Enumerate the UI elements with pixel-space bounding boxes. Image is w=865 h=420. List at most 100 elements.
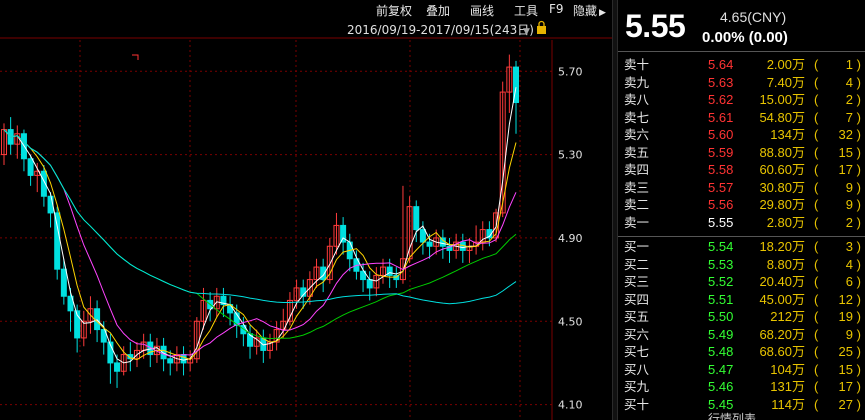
close-paren: ) <box>856 127 861 142</box>
open-paren: ( <box>814 179 819 195</box>
bid-price: 5.53 <box>708 256 734 272</box>
draw-line-button[interactable]: 画线 <box>470 2 494 19</box>
close-paren: ) <box>856 291 861 307</box>
close-paren: ) <box>856 162 861 177</box>
ask-price: 5.63 <box>708 74 734 90</box>
ask-level-label: 卖十 <box>624 57 650 72</box>
ask-row[interactable]: 卖三 5.57 30.80万 (9) <box>618 179 865 197</box>
hide-button[interactable]: 隐藏 ▶ <box>573 2 606 19</box>
ask-volume: 2.80万 <box>766 214 805 230</box>
kline-chart[interactable]: 2016/09/19-2017/09/15(243日) ▼ 5.70 5.30 4.90… <box>0 20 612 420</box>
close-paren: ) <box>856 396 861 412</box>
ask-level-label: 卖六 <box>624 127 650 142</box>
bid-price: 5.46 <box>708 379 734 394</box>
bid-row[interactable]: 买五 5.50 212万 (19) <box>618 308 865 326</box>
ask-row[interactable]: 卖十 5.64 2.00万 (1) <box>618 56 865 74</box>
candle-body <box>167 358 174 364</box>
ask-row[interactable]: 卖七 5.61 54.80万 (7) <box>618 109 865 127</box>
bid-level-label: 买一 <box>624 239 650 254</box>
bid-row[interactable]: 买二 5.53 8.80万 (4) <box>618 256 865 274</box>
ask-price: 5.60 <box>708 127 734 142</box>
ask-order-count: 2 <box>845 92 853 107</box>
bid-volume: 18.20万 <box>759 239 805 254</box>
open-paren: ( <box>814 309 819 324</box>
open-paren: ( <box>814 214 819 230</box>
bid-row[interactable]: 买一 5.54 18.20万 (3) <box>618 238 865 256</box>
bid-order-count: 25 <box>838 344 853 359</box>
bid-row[interactable]: 买八 5.47 104万 (15) <box>618 361 865 379</box>
quote-header: 5.55 4.65(CNY) 0.00% (0.00) <box>618 0 865 52</box>
bid-order-count: 3 <box>845 239 853 254</box>
ask-level-label: 卖四 <box>624 162 650 177</box>
candle-body <box>180 354 187 364</box>
bid-price: 5.54 <box>708 239 734 254</box>
overlay-button[interactable]: 叠加 <box>426 2 450 19</box>
prev-close: 4.65(CNY) <box>720 9 787 25</box>
lock-icon[interactable] <box>537 26 546 34</box>
tools-button[interactable]: 工具 <box>514 2 538 19</box>
ask-row[interactable]: 卖五 5.59 88.80万 (15) <box>618 144 865 162</box>
close-paren: ) <box>856 239 861 254</box>
open-paren: ( <box>814 291 819 307</box>
bid-row[interactable]: 买七 5.48 68.60万 (25) <box>618 343 865 361</box>
y-tick-label: 5.30 <box>558 149 583 162</box>
ask-price: 5.58 <box>708 162 734 177</box>
ask-level-label: 卖九 <box>624 74 650 90</box>
ask-row[interactable]: 卖九 5.63 7.40万 (4) <box>618 74 865 92</box>
bid-price: 5.48 <box>708 344 734 359</box>
y-tick-label: 4.10 <box>558 399 583 412</box>
close-paren: ) <box>856 109 861 125</box>
ask-book: 卖十 5.64 2.00万 (1) 卖九 5.63 7.40万 (4) 卖八 5.62 15.00万… <box>618 56 865 231</box>
bid-level-label: 买八 <box>624 361 650 377</box>
candle-body <box>419 229 426 243</box>
bid-row[interactable]: 买三 5.52 20.40万 (6) <box>618 273 865 291</box>
bid-level-label: 买四 <box>624 291 650 307</box>
candle-body <box>27 158 34 176</box>
adjust-forward-button[interactable]: 前复权 <box>376 2 412 19</box>
ask-row[interactable]: 卖六 5.60 134万 (32) <box>618 126 865 144</box>
bid-volume: 104万 <box>770 361 805 377</box>
ask-row[interactable]: 卖一 5.55 2.80万 (2) <box>618 214 865 232</box>
ask-level-label: 卖三 <box>624 179 650 195</box>
ask-order-count: 4 <box>845 74 853 90</box>
last-price: 5.55 <box>625 8 686 44</box>
quote-panel: 5.55 4.65(CNY) 0.00% (0.00) 卖十 5.64 2.00万 (… <box>618 0 865 420</box>
lock-shackle-icon <box>538 20 545 26</box>
bid-price: 5.52 <box>708 274 734 289</box>
ask-level-label: 卖八 <box>624 92 650 107</box>
ask-order-count: 1 <box>845 57 853 72</box>
bid-volume: 68.20万 <box>759 326 805 342</box>
ask-order-count: 15 <box>838 144 853 160</box>
open-paren: ( <box>814 127 819 142</box>
candle-body <box>366 279 373 289</box>
close-paren: ) <box>856 214 861 230</box>
bid-volume: 131万 <box>770 379 805 394</box>
bid-level-label: 买九 <box>624 379 650 394</box>
bid-price: 5.49 <box>708 326 734 342</box>
bid-row[interactable]: 买六 5.49 68.20万 (9) <box>618 326 865 344</box>
ask-row[interactable]: 卖四 5.58 60.60万 (17) <box>618 161 865 179</box>
ask-row[interactable]: 卖八 5.62 15.00万 (2) <box>618 91 865 109</box>
kline-chart-svg[interactable]: 2016/09/19-2017/09/15(243日)▼ 5.70 5.30 4.90… <box>0 20 612 420</box>
bid-price: 5.51 <box>708 291 734 307</box>
ask-row[interactable]: 卖二 5.56 29.80万 (9) <box>618 196 865 214</box>
bid-order-count: 12 <box>838 291 853 307</box>
open-paren: ( <box>814 256 819 272</box>
ask-order-count: 17 <box>838 162 853 177</box>
quote-list-tab[interactable]: 行情列表 <box>708 410 756 420</box>
bid-order-count: 9 <box>845 326 853 342</box>
close-paren: ) <box>856 256 861 272</box>
bid-level-label: 买五 <box>624 309 650 324</box>
f9-button[interactable]: F9 <box>549 2 564 16</box>
close-paren: ) <box>856 179 861 195</box>
hide-label: 隐藏 <box>573 4 598 18</box>
open-paren: ( <box>814 344 819 359</box>
ask-price: 5.56 <box>708 197 734 212</box>
bid-volume: 68.60万 <box>759 344 805 359</box>
candle-body <box>413 206 420 231</box>
candle-body <box>60 268 67 297</box>
ask-level-label: 卖七 <box>624 109 650 125</box>
close-paren: ) <box>856 309 861 324</box>
bid-row[interactable]: 买四 5.51 45.00万 (12) <box>618 291 865 309</box>
bid-row[interactable]: 买九 5.46 131万 (17) <box>618 378 865 396</box>
